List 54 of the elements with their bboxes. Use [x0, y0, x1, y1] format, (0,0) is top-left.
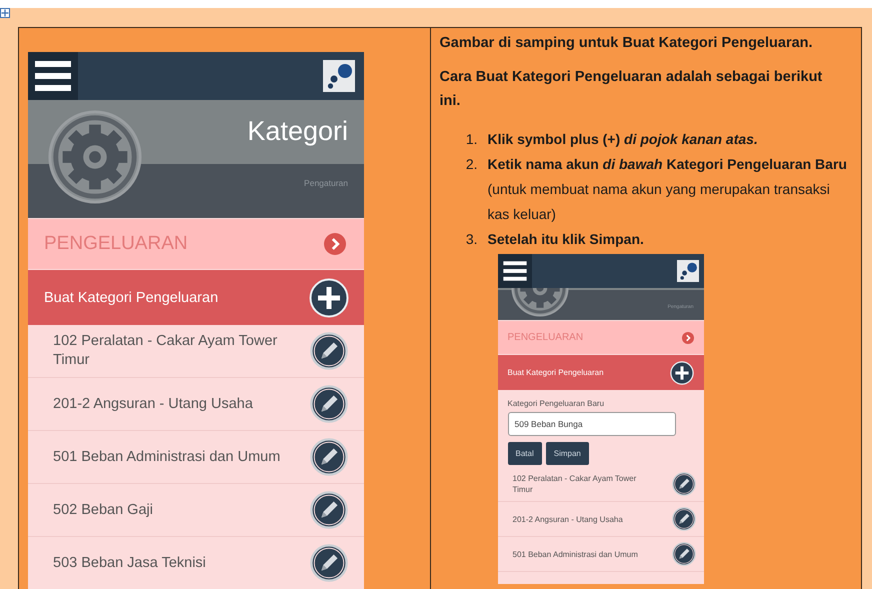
- pencil-icon[interactable]: [310, 385, 348, 423]
- gear-icon: [46, 108, 144, 206]
- pencil-icon[interactable]: [310, 438, 348, 476]
- category-row[interactable]: 102 Peralatan - Cakar Ayam Tower Timur: [498, 467, 704, 502]
- pencil-icon[interactable]: [672, 542, 696, 566]
- pencil-icon[interactable]: [310, 544, 348, 582]
- page-subtitle: Pengaturan: [304, 178, 348, 188]
- category-name: 502 Beban Gaji: [53, 500, 153, 520]
- menu-icon[interactable]: [502, 260, 528, 282]
- category-name: 102 Peralatan - Cakar Ayam Tower Timur: [53, 332, 278, 370]
- chevron-right-icon[interactable]: [324, 233, 346, 255]
- step-text: Klik symbol plus (+) di pojok kanan atas.: [488, 130, 759, 149]
- field-label: Kategori Pengeluaran Baru: [508, 399, 606, 408]
- section-title: PENGELUARAN: [44, 233, 188, 255]
- menu-button[interactable]: [28, 52, 78, 100]
- dots-logo-icon[interactable]: [323, 60, 355, 92]
- menu-icon[interactable]: [33, 59, 73, 93]
- category-name: 501 Beban Administrasi dan Umum: [512, 548, 638, 560]
- create-category-label: Buat Kategori Pengeluaran: [44, 290, 218, 306]
- chevron-right-icon[interactable]: [682, 332, 694, 344]
- paragraph: Cara Buat Kategori Pengeluaran adalah sebagai berikut ini.: [440, 68, 824, 111]
- pencil-icon[interactable]: [310, 491, 348, 529]
- page-title: Kategori: [247, 116, 348, 147]
- form-button[interactable]: Batal: [508, 442, 542, 465]
- menu-button[interactable]: [498, 254, 532, 288]
- form-button[interactable]: Simpan: [546, 442, 589, 465]
- category-row[interactable]: 503 Beban Jasa Teknisi: [28, 537, 364, 589]
- step-number: 2.: [464, 155, 478, 174]
- section-title: PENGELUARAN: [508, 332, 584, 343]
- table-move-handle-icon[interactable]: [0, 8, 10, 18]
- category-name: 501 Beban Administrasi dan Umum: [53, 448, 280, 466]
- pencil-icon[interactable]: [672, 507, 696, 531]
- step-number: 1.: [464, 130, 478, 149]
- paragraph: Gambar di samping untuk Buat Kategori Pengeluaran.: [440, 34, 814, 53]
- create-category-label: Buat Kategori Pengeluaran: [508, 368, 604, 377]
- category-row[interactable]: 502 Beban Gaji: [28, 484, 364, 537]
- category-row[interactable]: 201-2 Angsuran - Utang Usaha: [28, 378, 364, 431]
- category-name: 201-2 Angsuran - Utang Usaha: [53, 394, 253, 414]
- step-text: Ketik nama akun di bawah Kategori Pengeluaran Baru (untuk membuat nama akun yang merupakan transaksi kas keluar): [488, 155, 847, 224]
- step-number: 3.: [464, 230, 478, 249]
- category-row[interactable]: 201-2 Angsuran - Utang Usaha: [498, 502, 704, 537]
- category-name: 102 Peralatan - Cakar Ayam Tower Timur: [512, 473, 638, 495]
- category-row[interactable]: 501 Beban Administrasi dan Umum: [28, 431, 364, 484]
- pencil-icon[interactable]: [310, 332, 348, 370]
- step-text: Setelah itu klik Simpan.: [488, 230, 645, 249]
- category-row[interactable]: 102 Peralatan - Cakar Ayam Tower Timur: [28, 325, 364, 378]
- category-name: 201-2 Angsuran - Utang Usaha: [512, 514, 623, 524]
- name-input-field[interactable]: 509 Beban Bunga: [508, 412, 676, 436]
- plus-icon[interactable]: [309, 278, 349, 318]
- category-row[interactable]: 501 Beban Administrasi dan Umum: [498, 537, 704, 572]
- category-name: 503 Beban Jasa Teknisi: [53, 554, 206, 572]
- plus-icon[interactable]: [670, 360, 694, 384]
- pencil-icon[interactable]: [672, 472, 696, 496]
- dots-logo-icon[interactable]: [676, 260, 698, 282]
